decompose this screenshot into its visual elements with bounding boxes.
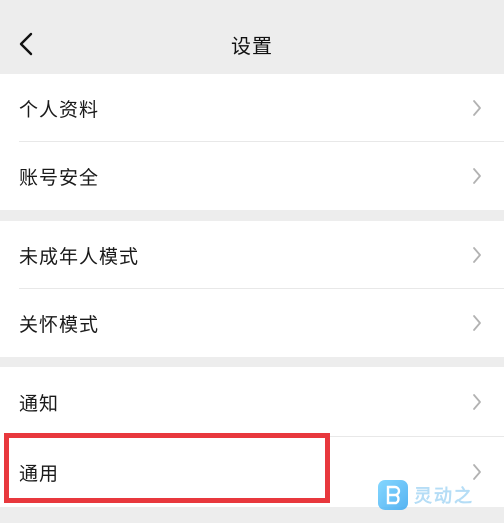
menu-item-minor-mode[interactable]: 未成年人模式 [0,221,504,289]
chevron-right-icon [473,315,481,331]
page-title: 设置 [231,34,273,58]
chevron-right-icon [473,394,481,410]
menu-item-notifications[interactable]: 通知 [0,367,504,437]
chevron-right-icon [473,168,481,184]
settings-screen: 设置 个人资料 账号安全 未成年人模式 关怀模式 通知 通用 灵动之 [0,0,504,523]
menu-item-profile[interactable]: 个人资料 [0,74,504,142]
chevron-right-icon [473,247,481,263]
menu-item-label: 账号安全 [19,166,100,189]
menu-item-label: 未成年人模式 [19,245,140,268]
menu-item-label: 关怀模式 [19,313,100,336]
chevron-right-icon [473,100,481,116]
settings-group-modes: 未成年人模式 关怀模式 [0,221,504,357]
menu-item-label: 通用 [19,462,60,485]
watermark-logo-icon [378,480,408,510]
menu-item-care-mode[interactable]: 关怀模式 [0,289,504,357]
watermark: 灵动之 [378,477,504,513]
menu-item-label: 通知 [19,392,60,415]
menu-item-label: 个人资料 [19,98,100,121]
header-bar: 设置 [0,0,504,74]
menu-item-account-security[interactable]: 账号安全 [0,142,504,210]
watermark-text: 灵动之 [414,486,474,507]
settings-group-account: 个人资料 账号安全 [0,74,504,210]
